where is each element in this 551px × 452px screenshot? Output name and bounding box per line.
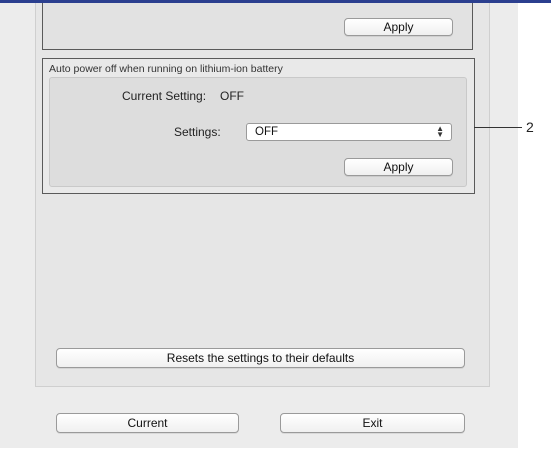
callout-line (474, 127, 522, 128)
settings-select-value: OFF (255, 126, 278, 138)
current-setting-value: OFF (220, 89, 244, 103)
settings-window: Apply Auto power off when running on lit… (0, 3, 518, 448)
settings-label: Settings: (174, 125, 221, 139)
current-button[interactable]: Current (56, 413, 239, 433)
current-setting-label: Current Setting: (122, 89, 207, 103)
exit-button[interactable]: Exit (280, 413, 465, 433)
callout-number: 2 (526, 119, 534, 135)
settings-select[interactable]: OFF ▲ ▼ (246, 123, 452, 141)
up-down-chevron-icon: ▲ ▼ (436, 124, 444, 139)
auto-power-apply-button[interactable]: Apply (344, 158, 453, 176)
reset-defaults-button[interactable]: Resets the settings to their defaults (56, 348, 465, 368)
group-legend: Auto power off when running on lithium-i… (49, 63, 283, 75)
top-apply-button[interactable]: Apply (344, 18, 453, 36)
